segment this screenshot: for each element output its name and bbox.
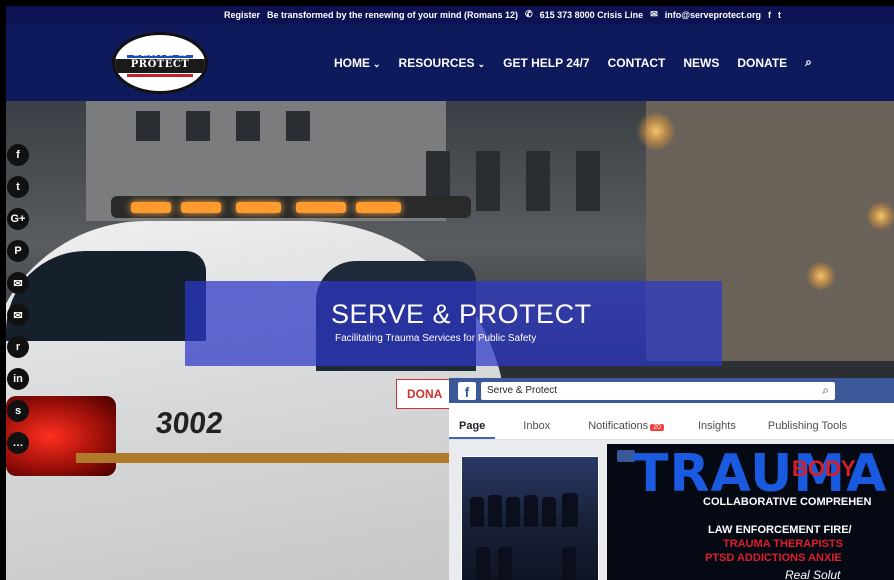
nav-resources-label: RESOURCES xyxy=(398,55,475,70)
register-link[interactable]: Register xyxy=(224,10,260,20)
chevron-down-icon: ⌄ xyxy=(373,58,381,69)
facebook-search-value: Serve & Protect xyxy=(487,385,558,396)
window xyxy=(576,151,600,211)
pinterest-share-icon[interactable]: P xyxy=(7,240,29,262)
reddit-share-icon[interactable]: r xyxy=(7,336,29,358)
cover-body-text: BODY xyxy=(792,456,856,481)
nav-resources[interactable]: RESOURCES ⌄ xyxy=(399,56,486,70)
facebook-logo-icon[interactable]: f xyxy=(458,382,476,400)
tab-page[interactable]: Page xyxy=(449,403,496,439)
tab-notifications[interactable]: Notifications 20 xyxy=(560,403,674,439)
nav-home-label: HOME xyxy=(334,55,370,70)
cover-line1: COLLABORATIVE COMPREHEN xyxy=(703,496,872,508)
facebook-search-input[interactable]: Serve & Protect ⌕ xyxy=(481,382,835,400)
nav-news[interactable]: NEWS xyxy=(683,56,719,70)
logo-text: SERVE & PROTECT xyxy=(115,48,205,70)
notification-badge: 20 xyxy=(650,424,664,431)
cover-line5: Real Solut xyxy=(785,568,841,580)
facebook-share-icon[interactable]: f xyxy=(7,144,29,166)
search-icon[interactable]: ⌕ xyxy=(805,55,812,70)
window xyxy=(236,111,260,141)
tab-insights[interactable]: Insights xyxy=(674,403,746,439)
search-icon[interactable]: ⌕ xyxy=(822,383,829,398)
google-plus-share-icon[interactable]: G+ xyxy=(7,208,29,230)
car-number: 3002 xyxy=(154,407,225,440)
cover-line3: TRAUMA THERAPISTS xyxy=(723,538,843,550)
window xyxy=(186,111,210,141)
profile-photo[interactable] xyxy=(461,456,599,580)
hero-subtitle: Facilitating Trauma Services for Public … xyxy=(335,333,537,344)
facebook-icon[interactable]: f xyxy=(768,10,771,20)
stumbleupon-share-icon[interactable]: s xyxy=(7,400,29,422)
email-share-icon[interactable]: ✉ xyxy=(7,272,29,294)
window xyxy=(286,111,310,141)
cover-photo[interactable]: TRAUMA BODY COLLABORATIVE COMPREHEN LAW … xyxy=(607,444,894,580)
twitter-icon[interactable]: t xyxy=(778,10,781,20)
window xyxy=(526,151,550,211)
email-link[interactable]: info@serveprotect.org xyxy=(665,10,761,20)
top-bar: Register Be transformed by the renewing … xyxy=(6,6,894,24)
hero-title: SERVE & PROTECT xyxy=(331,299,592,329)
cover-line4: PTSD ADDICTIONS ANXIE xyxy=(705,552,842,564)
facebook-window: f Serve & Protect ⌕ Page Inbox Notificat… xyxy=(449,378,894,580)
facebook-top-bar: f Serve & Protect ⌕ xyxy=(449,378,894,403)
car-window xyxy=(6,251,206,341)
car-stripe xyxy=(76,453,476,463)
chevron-down-icon: ⌄ xyxy=(477,58,486,69)
hero-banner: SERVE & PROTECT Facilitating Trauma Serv… xyxy=(185,281,722,366)
header: SERVE & PROTECT HOME ⌄ RESOURCES ⌄ GET HEL… xyxy=(6,24,894,101)
crisis-line[interactable]: 615 373 8000 Crisis Line xyxy=(540,10,644,20)
nav-donate[interactable]: DONATE xyxy=(737,56,787,70)
nav-get-help[interactable]: GET HELP 24/7 xyxy=(503,56,589,70)
tagline: Be transformed by the renewing of your m… xyxy=(267,9,519,20)
nav-contact[interactable]: CONTACT xyxy=(608,56,666,70)
street-light xyxy=(866,201,894,231)
tab-publishing-tools[interactable]: Publishing Tools xyxy=(746,403,857,439)
nav-home[interactable]: HOME ⌄ xyxy=(334,56,381,70)
social-share-rail: f t G+ P ✉ ✉ r in s … xyxy=(7,144,29,454)
mail-icon: ✉ xyxy=(650,9,658,19)
tab-notifications-label: Notifications xyxy=(588,420,649,432)
street-light xyxy=(636,111,676,151)
facebook-tabs: Page Inbox Notifications 20 Insights Publ… xyxy=(449,403,894,440)
mail-share-icon[interactable]: ✉ xyxy=(7,304,29,326)
linkedin-share-icon[interactable]: in xyxy=(7,368,29,390)
cover-line2: LAW ENFORCEMENT FIRE/ xyxy=(708,524,852,536)
main-nav: HOME ⌄ RESOURCES ⌄ GET HELP 24/7 CONTACT N… xyxy=(334,55,812,70)
logo-red-stripe xyxy=(127,74,193,77)
window xyxy=(476,151,500,211)
tab-inbox[interactable]: Inbox xyxy=(495,403,560,439)
more-share-icon[interactable]: … xyxy=(7,432,29,454)
window xyxy=(136,111,160,141)
light-bar xyxy=(111,196,471,218)
street-light xyxy=(806,261,836,291)
logo[interactable]: SERVE & PROTECT xyxy=(112,32,208,94)
twitter-share-icon[interactable]: t xyxy=(7,176,29,198)
logo-line1: SERVE & xyxy=(132,48,188,59)
hero-donate-button[interactable]: DONA xyxy=(396,379,454,409)
logo-line2: PROTECT xyxy=(130,59,190,70)
phone-icon: ✆ xyxy=(525,9,533,19)
